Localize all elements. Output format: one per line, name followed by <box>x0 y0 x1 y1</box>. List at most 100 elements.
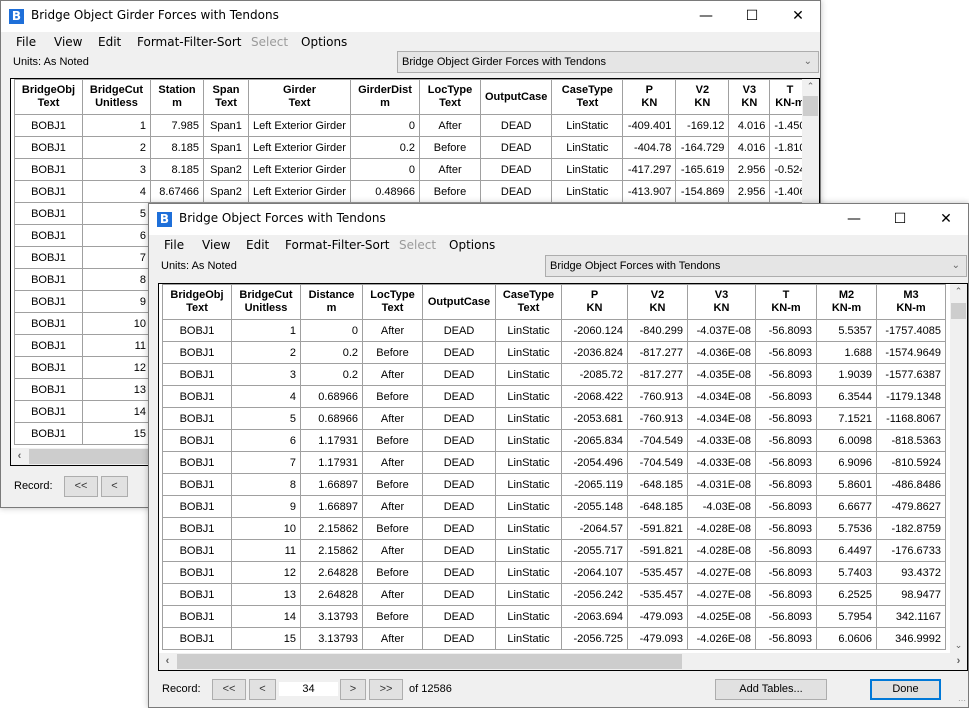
table-cell[interactable]: 3.13793 <box>300 627 363 650</box>
scroll-up-icon[interactable]: ⌃ <box>802 81 819 92</box>
table-cell[interactable]: -591.821 <box>627 517 688 540</box>
close-button[interactable]: ✕ <box>923 204 969 235</box>
table-cell[interactable]: DEAD <box>422 407 496 430</box>
table-cell[interactable]: After <box>362 627 423 650</box>
table-cell[interactable]: 6 <box>82 224 151 247</box>
table-cell[interactable]: -56.8093 <box>755 605 817 628</box>
menu-format-filter-sort[interactable]: Format-Filter-Sort <box>137 35 242 49</box>
table-cell[interactable]: -417.297 <box>622 158 677 181</box>
table-cell[interactable]: LinStatic <box>495 407 562 430</box>
column-header[interactable]: M2 KN-m <box>816 284 877 320</box>
table-cell[interactable]: BOBJ1 <box>14 202 83 225</box>
table-cell[interactable]: -1574.9649 <box>876 341 946 364</box>
table-cell[interactable]: LinStatic <box>495 385 562 408</box>
column-header[interactable]: Station m <box>150 79 204 115</box>
menu-file[interactable]: File <box>16 35 36 49</box>
table-cell[interactable]: -56.8093 <box>755 627 817 650</box>
table-cell[interactable]: 4 <box>231 385 301 408</box>
table-cell[interactable]: 6.0606 <box>816 627 877 650</box>
table-cell[interactable]: 3.13793 <box>300 605 363 628</box>
table-cell[interactable]: DEAD <box>479 136 553 159</box>
table-cell[interactable]: 6.0098 <box>816 429 877 452</box>
table-cell[interactable]: -479.093 <box>627 627 688 650</box>
table-row[interactable]: BOBJ1 10 2.15862 Before DEAD LinStatic -2064.5… <box>162 517 946 540</box>
table-cell[interactable]: -2060.124 <box>561 319 628 342</box>
table-cell[interactable]: -2065.119 <box>561 473 628 496</box>
menu-view[interactable]: View <box>202 238 230 252</box>
table-cell[interactable]: Span2 <box>203 158 249 181</box>
column-header[interactable]: BridgeCut Unitless <box>231 284 301 320</box>
table-cell[interactable]: -165.619 <box>675 158 730 181</box>
table-cell[interactable]: -2055.148 <box>561 495 628 518</box>
table-cell[interactable]: 7 <box>231 451 301 474</box>
table-cell[interactable]: -1577.6387 <box>876 363 946 386</box>
table-cell[interactable]: After <box>362 363 423 386</box>
horizontal-scrollbar[interactable]: ‹ › <box>159 653 967 670</box>
table-cell[interactable]: BOBJ1 <box>162 341 232 364</box>
menu-view[interactable]: View <box>54 35 82 49</box>
table-cell[interactable]: 6 <box>231 429 301 452</box>
prev-record-button[interactable]: < <box>101 476 128 497</box>
table-row[interactable]: BOBJ1 9 1.66897 After DEAD LinStatic -2055.148… <box>162 495 946 518</box>
table-cell[interactable]: -4.028E-08 <box>687 539 756 562</box>
table-cell[interactable]: -2065.834 <box>561 429 628 452</box>
table-cell[interactable]: -4.028E-08 <box>687 517 756 540</box>
table-cell[interactable]: 1 <box>231 319 301 342</box>
column-header[interactable]: V2 KN <box>627 284 688 320</box>
column-header[interactable]: V3 KN <box>687 284 756 320</box>
table-cell[interactable]: 5.7954 <box>816 605 877 628</box>
table-cell[interactable]: BOBJ1 <box>162 561 232 584</box>
table-cell[interactable]: DEAD <box>422 319 496 342</box>
table-cell[interactable]: DEAD <box>422 517 496 540</box>
table-cell[interactable]: DEAD <box>479 180 553 203</box>
table-cell[interactable]: 1.66897 <box>300 495 363 518</box>
table-cell[interactable]: -4.033E-08 <box>687 451 756 474</box>
menu-edit[interactable]: Edit <box>246 238 269 252</box>
table-row[interactable]: BOBJ1 2 8.185 Span1 Left Exterior Girder 0.2 B… <box>14 136 811 159</box>
table-cell[interactable]: -4.031E-08 <box>687 473 756 496</box>
table-cell[interactable]: -2055.717 <box>561 539 628 562</box>
table-cell[interactable]: LinStatic <box>495 429 562 452</box>
table-row[interactable]: BOBJ1 6 1.17931 Before DEAD LinStatic -2065.83… <box>162 429 946 452</box>
table-cell[interactable]: -176.6733 <box>876 539 946 562</box>
table-cell[interactable]: 2.956 <box>728 180 771 203</box>
table-cell[interactable]: BOBJ1 <box>162 517 232 540</box>
vertical-scrollbar[interactable]: ⌃ ⌄ <box>950 284 967 653</box>
table-cell[interactable]: BOBJ1 <box>162 407 232 430</box>
table-selector-dropdown[interactable]: Bridge Object Girder Forces with Tendons… <box>397 51 819 73</box>
table-cell[interactable]: 8 <box>231 473 301 496</box>
table-cell[interactable]: 6.4497 <box>816 539 877 562</box>
table-cell[interactable]: 4.016 <box>728 114 771 137</box>
table-cell[interactable]: 1.688 <box>816 341 877 364</box>
table-cell[interactable]: -164.729 <box>675 136 730 159</box>
table-cell[interactable]: LinStatic <box>495 473 562 496</box>
table-cell[interactable]: Left Exterior Girder <box>248 114 351 137</box>
table-cell[interactable]: 13 <box>231 583 301 606</box>
table-cell[interactable]: 7.985 <box>150 114 204 137</box>
table-row[interactable]: BOBJ1 2 0.2 Before DEAD LinStatic -2036.824 -81… <box>162 341 946 364</box>
table-cell[interactable]: -4.034E-08 <box>687 407 756 430</box>
table-cell[interactable]: DEAD <box>422 385 496 408</box>
table-cell[interactable]: DEAD <box>422 451 496 474</box>
table-cell[interactable]: -56.8093 <box>755 495 817 518</box>
table-cell[interactable]: -56.8093 <box>755 385 817 408</box>
table-cell[interactable]: -479.8627 <box>876 495 946 518</box>
column-header[interactable]: OutputCase <box>479 79 553 115</box>
next-record-button[interactable]: > <box>340 679 366 700</box>
scroll-up-icon[interactable]: ⌃ <box>950 286 967 297</box>
column-header[interactable]: OutputCase <box>422 284 496 320</box>
column-header[interactable]: M3 KN-m <box>876 284 946 320</box>
table-cell[interactable]: -4.036E-08 <box>687 341 756 364</box>
table-cell[interactable]: 1 <box>82 114 151 137</box>
table-cell[interactable]: BOBJ1 <box>162 473 232 496</box>
table-cell[interactable]: -818.5363 <box>876 429 946 452</box>
table-cell[interactable]: BOBJ1 <box>162 363 232 386</box>
table-cell[interactable]: DEAD <box>422 341 496 364</box>
table-row[interactable]: BOBJ1 11 2.15862 After DEAD LinStatic -2055.71… <box>162 539 946 562</box>
table-cell[interactable]: -56.8093 <box>755 341 817 364</box>
column-header[interactable]: P KN <box>561 284 628 320</box>
table-cell[interactable]: After <box>362 539 423 562</box>
table-cell[interactable]: -1168.8067 <box>876 407 946 430</box>
table-cell[interactable]: LinStatic <box>495 517 562 540</box>
table-cell[interactable]: BOBJ1 <box>14 158 83 181</box>
